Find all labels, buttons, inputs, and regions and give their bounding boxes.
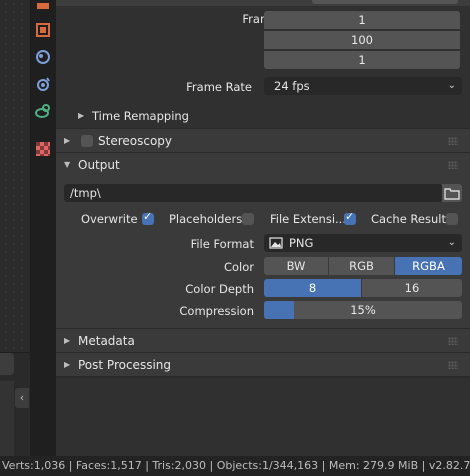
output-label: Output bbox=[78, 158, 120, 172]
file-format-label: File Format bbox=[190, 237, 254, 251]
frame-rate-dropdown[interactable]: 24 fps ⌄ bbox=[264, 77, 462, 95]
output-path-value: /tmp\ bbox=[70, 186, 101, 200]
view-layer-tab[interactable] bbox=[32, 46, 54, 68]
drag-grip-icon[interactable] bbox=[448, 161, 458, 169]
color-depth-label: Color Depth bbox=[185, 282, 254, 296]
collapse-arrow-icon[interactable]: ‹ bbox=[15, 388, 29, 408]
world-tab[interactable] bbox=[32, 100, 54, 122]
frame-start-field[interactable]: 1 bbox=[264, 11, 460, 29]
output-icon bbox=[36, 23, 50, 37]
chevron-right-icon: ▶ bbox=[64, 136, 71, 145]
chevron-right-icon: ▶ bbox=[78, 111, 85, 120]
file-format-dropdown[interactable]: PNG ⌄ bbox=[264, 234, 462, 252]
output-tab[interactable] bbox=[32, 19, 54, 41]
chevron-down-icon: ⌄ bbox=[447, 237, 456, 248]
properties-tabs bbox=[30, 0, 56, 456]
world-icon bbox=[35, 104, 50, 118]
frame-rate-value: 24 fps bbox=[274, 79, 310, 93]
file-format-value: PNG bbox=[289, 236, 314, 250]
texture-tab[interactable] bbox=[32, 138, 54, 160]
stereoscopy-header[interactable]: ▶ Stereoscopy bbox=[56, 128, 470, 153]
metadata-header[interactable]: ▶ Metadata bbox=[56, 328, 470, 353]
checker-texture-icon bbox=[36, 142, 50, 156]
scene-tab[interactable] bbox=[32, 73, 54, 95]
stereoscopy-checkbox[interactable] bbox=[81, 135, 93, 147]
chevron-down-icon: ⌄ bbox=[447, 80, 456, 91]
cache-result-label: Cache Result bbox=[371, 212, 446, 226]
render-icon bbox=[37, 3, 49, 9]
overwrite-label: Overwrite bbox=[81, 212, 138, 226]
folder-icon bbox=[444, 188, 460, 200]
stereoscopy-label: Stereoscopy bbox=[98, 134, 173, 148]
drag-grip-icon[interactable] bbox=[448, 137, 458, 145]
output-path-field[interactable]: /tmp\ bbox=[64, 184, 442, 202]
chevron-right-icon: ▶ bbox=[64, 360, 71, 369]
overwrite-checkbox[interactable] bbox=[142, 210, 154, 225]
post-processing-label: Post Processing bbox=[78, 358, 171, 372]
chevron-down-icon: ▼ bbox=[64, 160, 71, 169]
color-depth-8-button[interactable]: 8 bbox=[264, 279, 361, 297]
chevron-right-icon: ▶ bbox=[64, 336, 71, 345]
time-remapping-label: Time Remapping bbox=[92, 109, 189, 123]
color-bw-button[interactable]: BW bbox=[264, 257, 328, 275]
color-label: Color bbox=[223, 260, 254, 274]
color-rgb-button[interactable]: RGB bbox=[329, 257, 394, 275]
panel-top-edge bbox=[56, 0, 470, 6]
time-remapping-header[interactable]: ▶ Time Remapping bbox=[56, 104, 470, 128]
properties-panel: Frame Start 1 End 100 Step 1 Frame Rate … bbox=[56, 0, 470, 456]
placeholders-checkbox[interactable] bbox=[242, 213, 254, 225]
drag-grip-icon[interactable] bbox=[448, 361, 458, 369]
color-depth-16-button[interactable]: 16 bbox=[362, 279, 462, 297]
drag-grip-icon[interactable] bbox=[448, 337, 458, 345]
compression-value: 15% bbox=[350, 303, 376, 317]
file-extensions-checkbox[interactable] bbox=[344, 210, 356, 225]
folder-browse-button[interactable] bbox=[442, 184, 462, 202]
compression-slider[interactable]: 15% bbox=[264, 301, 462, 319]
view-layer-icon bbox=[36, 50, 50, 64]
compression-label: Compression bbox=[179, 304, 254, 318]
cache-result-checkbox[interactable] bbox=[446, 213, 458, 225]
scene-icon bbox=[37, 77, 50, 91]
output-header[interactable]: ▼ Output bbox=[56, 152, 470, 177]
status-bar: Verts:1,036 | Faces:1,517 | Tris:2,030 |… bbox=[0, 456, 470, 476]
file-extensions-label: File Extensi... bbox=[270, 212, 346, 226]
image-icon bbox=[269, 237, 283, 249]
frame-step-field[interactable]: 1 bbox=[264, 51, 460, 69]
placeholders-label: Placeholders bbox=[169, 212, 243, 226]
frame-end-field[interactable]: 100 bbox=[264, 31, 460, 49]
frame-rate-label: Frame Rate bbox=[186, 80, 252, 94]
compression-fill bbox=[264, 301, 294, 319]
metadata-label: Metadata bbox=[78, 334, 135, 348]
post-processing-header[interactable]: ▶ Post Processing bbox=[56, 352, 470, 377]
color-rgba-button[interactable]: RGBA bbox=[395, 257, 462, 275]
